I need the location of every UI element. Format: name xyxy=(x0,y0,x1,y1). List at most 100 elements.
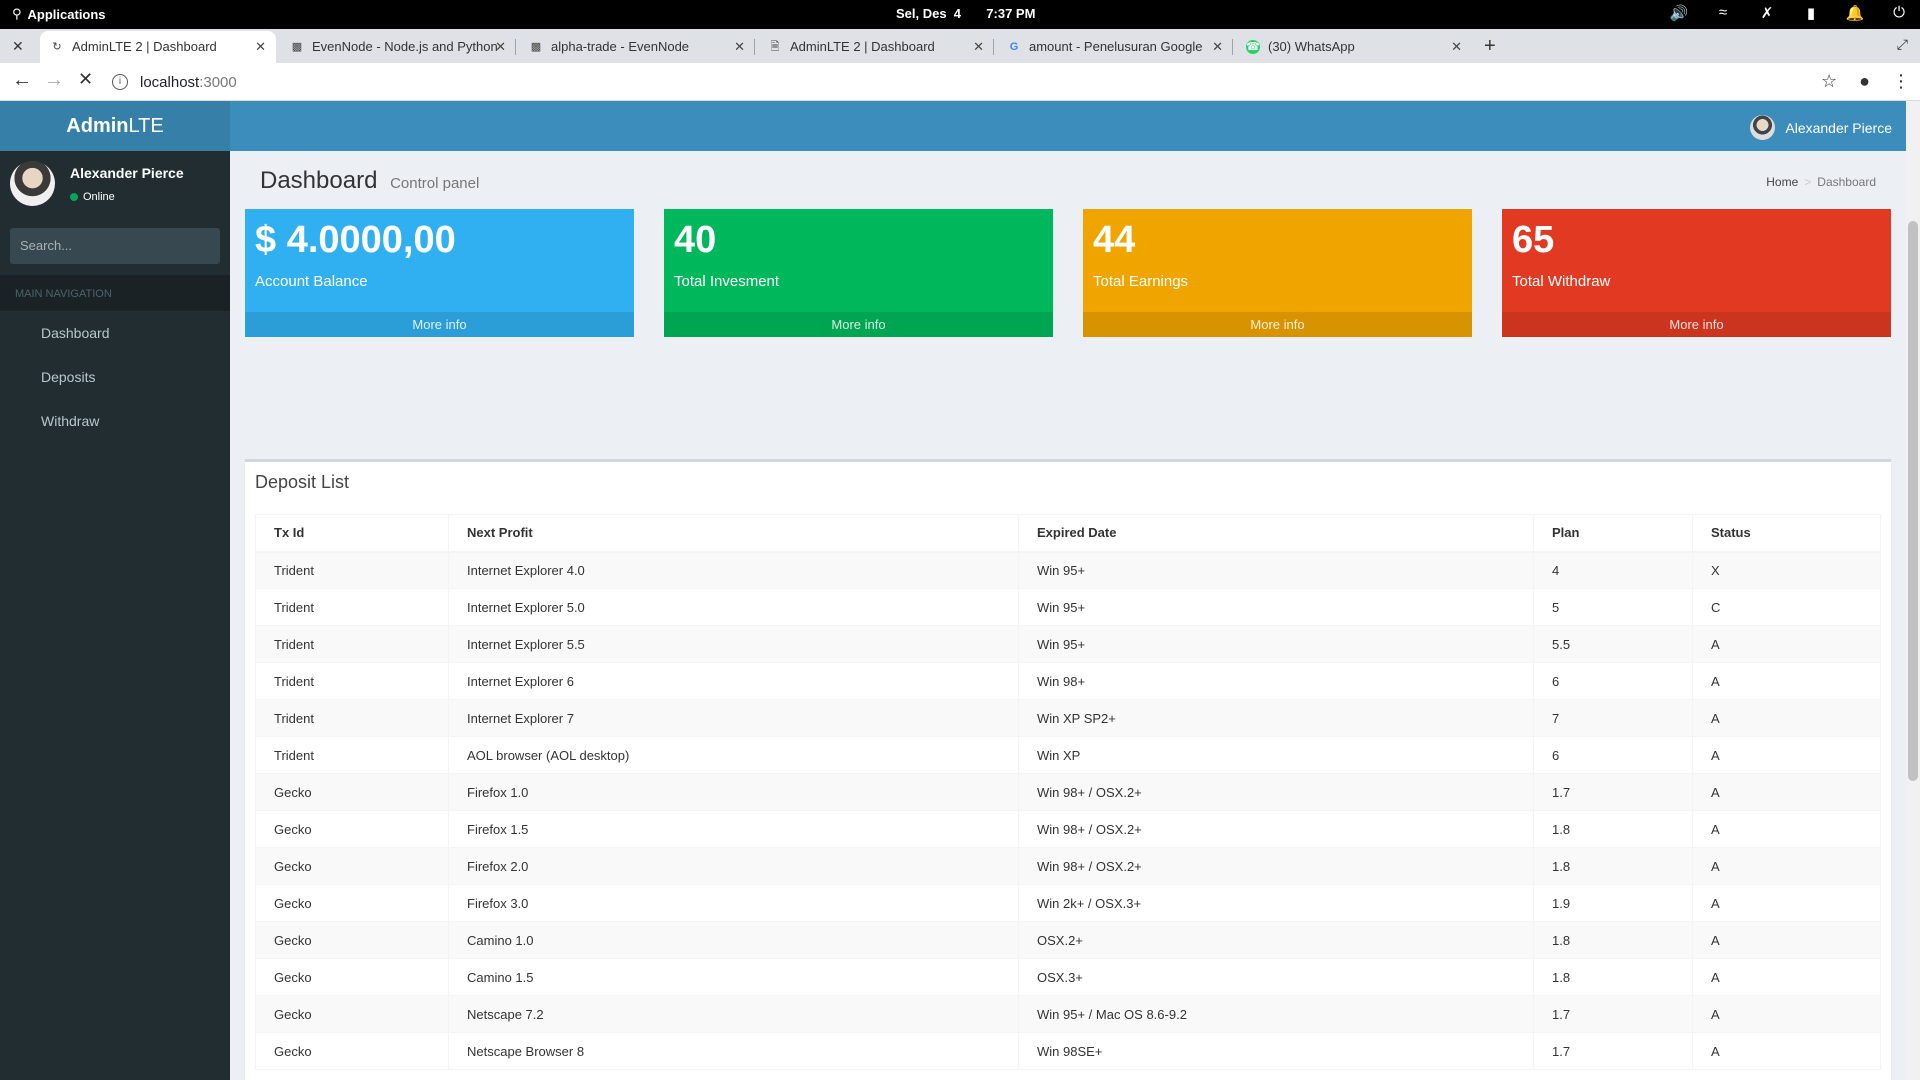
more-info-link[interactable]: More info xyxy=(1502,312,1891,337)
new-tab-button[interactable]: + xyxy=(1484,35,1496,58)
tab-close-icon[interactable]: ✕ xyxy=(1451,39,1462,55)
browser-tab[interactable]: ▩ EvenNode - Node.js and Python ✕ xyxy=(280,31,516,63)
more-info-link[interactable]: More info xyxy=(1083,312,1472,337)
table-cell: Gecko xyxy=(255,921,449,959)
table-cell: 6 xyxy=(1533,736,1693,774)
app-logo[interactable]: AdminLTE xyxy=(0,101,230,151)
sidebar-item-dashboard[interactable]: Dashboard xyxy=(0,311,230,355)
table-cell: Netscape Browser 8 xyxy=(448,1032,1019,1070)
tab-title: (30) WhatsApp xyxy=(1268,39,1355,54)
page-scrollbar[interactable] xyxy=(1906,101,1920,1080)
browser-tab[interactable]: ↻ AdminLTE 2 | Dashboard ✕ xyxy=(40,31,276,63)
tab-title: amount - Penelusuran Google xyxy=(1029,39,1203,54)
table-cell: Win 95+ xyxy=(1018,588,1534,626)
column-header[interactable]: Plan xyxy=(1533,514,1693,553)
tab-title: AdminLTE 2 | Dashboard xyxy=(72,39,217,54)
table-cell: A xyxy=(1692,736,1881,774)
more-info-link[interactable]: More info xyxy=(245,312,634,337)
column-header[interactable]: Status xyxy=(1692,514,1881,553)
scrollbar-thumb[interactable] xyxy=(1908,221,1918,781)
power-icon[interactable]: ⏻ xyxy=(1888,4,1910,22)
table-cell: Win 98+ / OSX.2+ xyxy=(1018,773,1534,811)
panel-title: Deposit List xyxy=(255,472,350,492)
column-header[interactable]: Next Profit xyxy=(448,514,1019,553)
table-cell: 6 xyxy=(1533,662,1693,700)
top-navbar: Alexander Pierce xyxy=(230,101,1906,151)
table-cell: Win 95+ / Mac OS 8.6-9.2 xyxy=(1018,995,1534,1033)
search-icon: ⚲ xyxy=(12,6,22,21)
browser-tab[interactable]: G amount - Penelusuran Google ✕ xyxy=(997,31,1233,63)
stat-box-account-balance: $ 4.0000,00 Account Balance More info xyxy=(245,209,634,337)
back-arrow-icon[interactable]: ← xyxy=(12,69,32,92)
table-cell: Internet Explorer 5.5 xyxy=(448,625,1019,663)
browser-tab[interactable]: 🗎 AdminLTE 2 | Dashboard ✕ xyxy=(758,31,994,63)
user-menu[interactable]: Alexander Pierce xyxy=(1750,115,1892,140)
tab-close-icon[interactable]: ✕ xyxy=(495,39,506,55)
table-row: Trident Internet Explorer 5.5 Win 95+ 5.5 A xyxy=(255,625,1881,663)
stop-loading-icon[interactable]: ✕ xyxy=(78,69,93,90)
evennode-icon: ▩ xyxy=(530,41,542,53)
account-icon[interactable]: ● xyxy=(1859,71,1870,92)
column-header[interactable]: Tx Id xyxy=(255,514,449,553)
minimize-window-icon[interactable]: ⤢ xyxy=(1897,36,1908,53)
table-cell: Gecko xyxy=(255,847,449,885)
table-cell: 1.8 xyxy=(1533,921,1693,959)
table-cell: A xyxy=(1692,773,1881,811)
table-cell: Win 95+ xyxy=(1018,625,1534,663)
sidebar-user-name: Alexander Pierce xyxy=(70,165,184,181)
table-cell: Win XP xyxy=(1018,736,1534,774)
url-field[interactable]: i localhost:3000 xyxy=(112,68,1812,96)
browser-tab[interactable]: ▩ alpha-trade - EvenNode ✕ xyxy=(519,31,755,63)
sidebar-item-deposits[interactable]: Deposits xyxy=(0,355,230,399)
search-input[interactable] xyxy=(20,238,190,253)
stat-box-total-withdraw: 65 Total Withdraw More info xyxy=(1502,209,1891,337)
table-cell: Win 2k+ / OSX.3+ xyxy=(1018,884,1534,922)
notification-bell-icon[interactable]: 🔔 xyxy=(1844,4,1866,22)
table-row: Trident AOL browser (AOL desktop) Win XP 6 A xyxy=(255,736,1881,774)
breadcrumb: Home > Dashboard xyxy=(1766,175,1876,189)
table-cell: A xyxy=(1692,884,1881,922)
bluetooth-off-icon[interactable]: ✗ xyxy=(1756,4,1778,22)
table-cell: 1.9 xyxy=(1533,884,1693,922)
table-cell: Gecko xyxy=(255,884,449,922)
clock[interactable]: Sel, Des 4 7:37 PM xyxy=(896,6,1035,21)
more-menu-icon[interactable]: ⋮ xyxy=(1892,71,1910,92)
table-cell: Gecko xyxy=(255,995,449,1033)
bookmark-star-icon[interactable]: ☆ xyxy=(1821,71,1837,92)
url-host: localhost xyxy=(140,73,200,91)
table-cell: 5.5 xyxy=(1533,625,1693,663)
battery-icon[interactable]: ▮ xyxy=(1800,4,1822,22)
table-cell: Firefox 3.0 xyxy=(448,884,1019,922)
tab-close-icon[interactable]: ✕ xyxy=(1212,39,1223,55)
stat-value: 44 xyxy=(1093,219,1136,261)
browser-tab[interactable]: ☎ (30) WhatsApp ✕ xyxy=(1236,31,1472,63)
table-cell: Gecko xyxy=(255,958,449,996)
column-header[interactable]: Expired Date xyxy=(1018,514,1534,553)
breadcrumb-home[interactable]: Home xyxy=(1766,175,1798,189)
sidebar-item-label: Deposits xyxy=(41,369,96,385)
volume-icon[interactable]: 🔊 xyxy=(1668,4,1690,22)
table-cell: A xyxy=(1692,1032,1881,1070)
close-icon[interactable]: ✕ xyxy=(12,38,24,55)
more-info-link[interactable]: More info xyxy=(664,312,1053,337)
table-cell: 1.8 xyxy=(1533,847,1693,885)
table-cell: OSX.2+ xyxy=(1018,921,1534,959)
table-cell: Gecko xyxy=(255,1032,449,1070)
wifi-icon[interactable]: ≈ xyxy=(1712,4,1734,22)
table-cell: Internet Explorer 4.0 xyxy=(448,551,1019,589)
table-cell: A xyxy=(1692,958,1881,996)
table-row: Gecko Netscape 7.2 Win 95+ / Mac OS 8.6-9.… xyxy=(255,995,1881,1033)
tab-close-icon[interactable]: ✕ xyxy=(973,39,984,55)
sidebar: Alexander Pierce Online MAIN NAVIGATION … xyxy=(0,151,230,1080)
table-cell: Trident xyxy=(255,551,449,589)
table-cell: A xyxy=(1692,625,1881,663)
tab-close-icon[interactable]: ✕ xyxy=(255,39,266,55)
site-info-icon[interactable]: i xyxy=(112,74,128,90)
sidebar-item-withdraw[interactable]: Withdraw xyxy=(0,399,230,443)
applications-menu[interactable]: ⚲ Applications xyxy=(12,6,106,22)
logo-bold-text: Admin xyxy=(66,115,129,137)
tab-close-icon[interactable]: ✕ xyxy=(734,39,745,55)
table-cell: Trident xyxy=(255,588,449,626)
table-cell: 7 xyxy=(1533,699,1693,737)
forward-arrow-icon[interactable]: → xyxy=(44,69,64,92)
